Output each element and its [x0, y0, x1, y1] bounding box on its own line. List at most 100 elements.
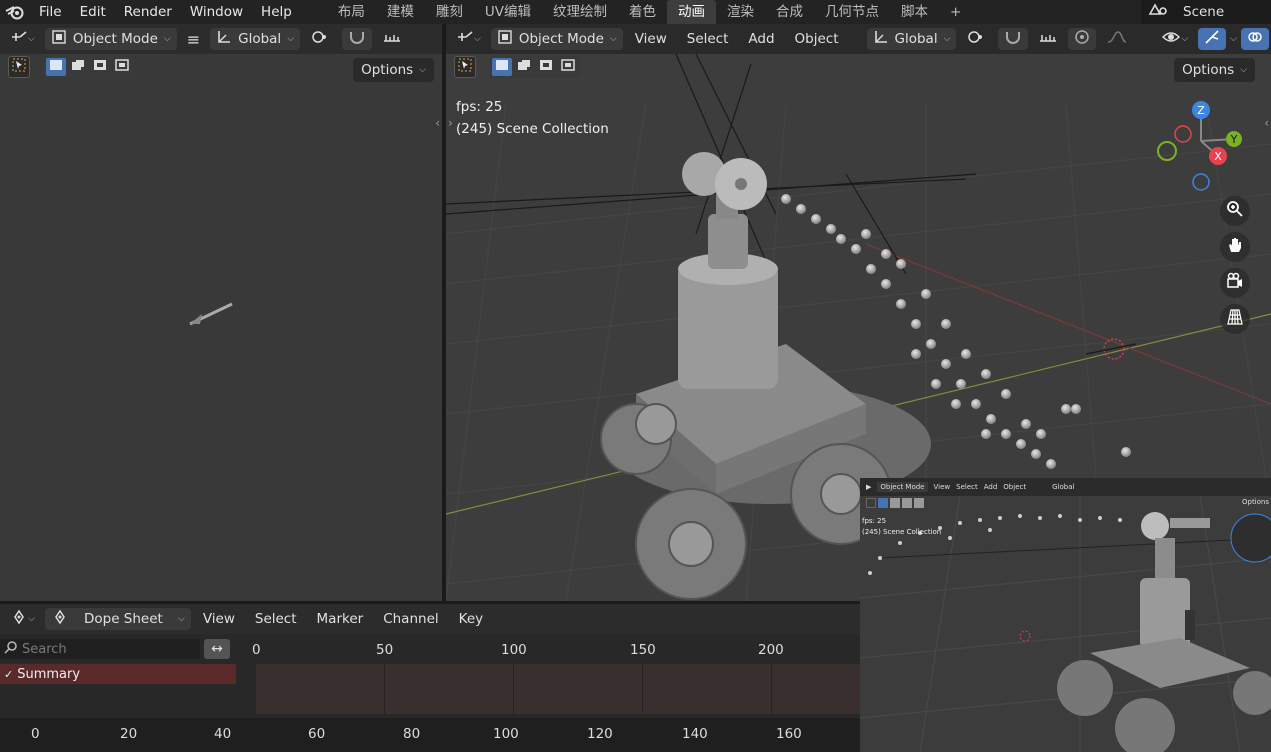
- pip-select-new-icon: [878, 498, 888, 508]
- left-viewport-header: ⌵ Object Mode ⌵ ≡ Global ⌵: [0, 24, 442, 54]
- mode-select[interactable]: Object Mode ⌵: [44, 28, 177, 50]
- frame-label: 40: [214, 726, 232, 742]
- editor-type-button[interactable]: ⌵: [4, 28, 41, 50]
- left-3d-viewport[interactable]: ⌵ Object Mode ⌵ ≡ Global ⌵ Options ⌵ ‹: [0, 24, 442, 601]
- snap-target-button[interactable]: [376, 28, 408, 50]
- tab-rendering[interactable]: 渲染: [716, 0, 765, 24]
- select-invert-button[interactable]: [558, 58, 578, 76]
- mode-select[interactable]: Dope Sheet ⌵: [44, 608, 191, 630]
- pivot-button[interactable]: [304, 28, 338, 50]
- menu-select[interactable]: Select: [679, 31, 737, 47]
- select-subtract-button[interactable]: [90, 58, 110, 76]
- navigation-gizmo[interactable]: Z Y X: [1152, 96, 1262, 196]
- options-dropdown[interactable]: Options ⌵: [353, 58, 434, 82]
- channel-search-row: Search ↔: [0, 638, 232, 660]
- tab-texture-paint[interactable]: 纹理绘制: [542, 0, 618, 24]
- select-subtract-icon: [539, 59, 553, 75]
- pip-menu-add: Add: [983, 483, 998, 491]
- pip-tool-row: [866, 498, 924, 508]
- frame-label: 100: [493, 726, 519, 742]
- visibility-button[interactable]: ⌵: [1155, 28, 1194, 50]
- menu-edit[interactable]: Edit: [71, 0, 115, 24]
- swap-arrows-icon: ↔: [211, 641, 223, 657]
- pip-editor-icon: ▶: [866, 483, 872, 491]
- orientation-label: Global: [238, 31, 282, 47]
- proportional-edit-button[interactable]: [1068, 28, 1097, 50]
- collapse-arrow-icon[interactable]: ‹: [435, 116, 440, 130]
- scene-icon: [1147, 2, 1169, 22]
- snap-target-button[interactable]: [1032, 28, 1064, 50]
- select-tool-button[interactable]: [454, 56, 476, 78]
- overlay-toggle-button[interactable]: [1241, 28, 1269, 50]
- menu-object[interactable]: Object: [787, 31, 847, 47]
- pivot-button[interactable]: [960, 28, 994, 50]
- select-extend-button[interactable]: [68, 58, 88, 76]
- y-axis-label: Y: [1230, 133, 1238, 146]
- select-subtract-button[interactable]: [536, 58, 556, 76]
- tab-uv-editing[interactable]: UV编辑: [474, 0, 542, 24]
- scene-selector[interactable]: Scene: [1141, 0, 1271, 24]
- tab-modeling[interactable]: 建模: [376, 0, 425, 24]
- select-invert-button[interactable]: [112, 58, 132, 76]
- orientation-select[interactable]: Global ⌵: [866, 28, 957, 50]
- dope-sheet-header: ⌵ Dope Sheet ⌵ View Select Marker Channe…: [0, 604, 860, 634]
- add-workspace-button[interactable]: +: [939, 0, 972, 24]
- summary-channel[interactable]: ✓ Summary: [0, 664, 236, 684]
- select-extend-icon: [517, 59, 531, 75]
- menu-help[interactable]: Help: [252, 0, 301, 24]
- mode-select[interactable]: Object Mode ⌵: [490, 28, 623, 50]
- pip-select-extend-icon: [890, 498, 900, 508]
- frame-label: 0: [31, 726, 40, 742]
- orientation-select[interactable]: Global ⌵: [210, 28, 301, 50]
- orientation-icon: [216, 29, 232, 49]
- collapse-arrow-icon[interactable]: ›: [448, 116, 453, 130]
- camera-view-button[interactable]: [1220, 268, 1250, 298]
- menu-channel[interactable]: Channel: [375, 611, 446, 627]
- tab-layout[interactable]: 布局: [327, 0, 376, 24]
- swap-button[interactable]: ↔: [204, 639, 230, 659]
- sidebar-arrow-icon[interactable]: ‹: [1264, 116, 1269, 130]
- tab-geometry-nodes[interactable]: 几何节点: [814, 0, 890, 24]
- select-new-button[interactable]: [492, 58, 512, 76]
- snap-button[interactable]: [998, 28, 1029, 50]
- menu-render[interactable]: Render: [115, 0, 181, 24]
- menu-file[interactable]: File: [30, 0, 71, 24]
- menu-marker[interactable]: Marker: [309, 611, 372, 627]
- pan-button[interactable]: [1220, 232, 1250, 262]
- menu-window[interactable]: Window: [181, 0, 252, 24]
- menu-view[interactable]: View: [627, 31, 675, 47]
- select-new-button[interactable]: [46, 58, 66, 76]
- editor-type-button[interactable]: ⌵: [450, 28, 487, 50]
- chevron-down-icon: ⌵: [28, 34, 35, 44]
- chevron-down-icon: ⌵: [163, 34, 171, 44]
- menu-select[interactable]: Select: [247, 611, 305, 627]
- tab-animation[interactable]: 动画: [666, 0, 716, 24]
- gizmo-toggle-button[interactable]: [1198, 28, 1227, 50]
- tab-compositing[interactable]: 合成: [765, 0, 814, 24]
- object-mode-icon: [497, 29, 513, 49]
- options-dropdown[interactable]: Options ⌵: [1174, 58, 1255, 82]
- menu-key[interactable]: Key: [451, 611, 491, 627]
- pip-select-subtract-icon: [902, 498, 912, 508]
- pip-orientation-label: Global: [1052, 483, 1075, 491]
- falloff-button[interactable]: [1100, 28, 1134, 50]
- chevron-down-icon[interactable]: ⌵: [1230, 34, 1237, 44]
- select-extend-button[interactable]: [514, 58, 534, 76]
- menu-view[interactable]: View: [195, 611, 243, 627]
- menu-add[interactable]: Add: [740, 31, 782, 47]
- tab-scripting[interactable]: 脚本: [890, 0, 939, 24]
- ortho-toggle-button[interactable]: [1220, 304, 1250, 334]
- mode-label: Object Mode: [518, 31, 604, 47]
- dope-sheet-editor[interactable]: ⌵ Dope Sheet ⌵ View Select Marker Channe…: [0, 604, 860, 752]
- menu-toggle-button[interactable]: ≡: [181, 28, 206, 50]
- editor-type-button[interactable]: ⌵: [4, 608, 41, 630]
- summary-track[interactable]: [256, 664, 860, 714]
- select-tool-button[interactable]: [8, 56, 30, 78]
- snap-increment-icon: [382, 29, 402, 49]
- tab-sculpting[interactable]: 雕刻: [425, 0, 474, 24]
- tab-shading[interactable]: 着色: [618, 0, 667, 24]
- snap-button[interactable]: [342, 28, 373, 50]
- search-input[interactable]: Search: [0, 639, 200, 659]
- zoom-button[interactable]: [1220, 196, 1250, 226]
- blender-logo-icon[interactable]: [0, 4, 30, 20]
